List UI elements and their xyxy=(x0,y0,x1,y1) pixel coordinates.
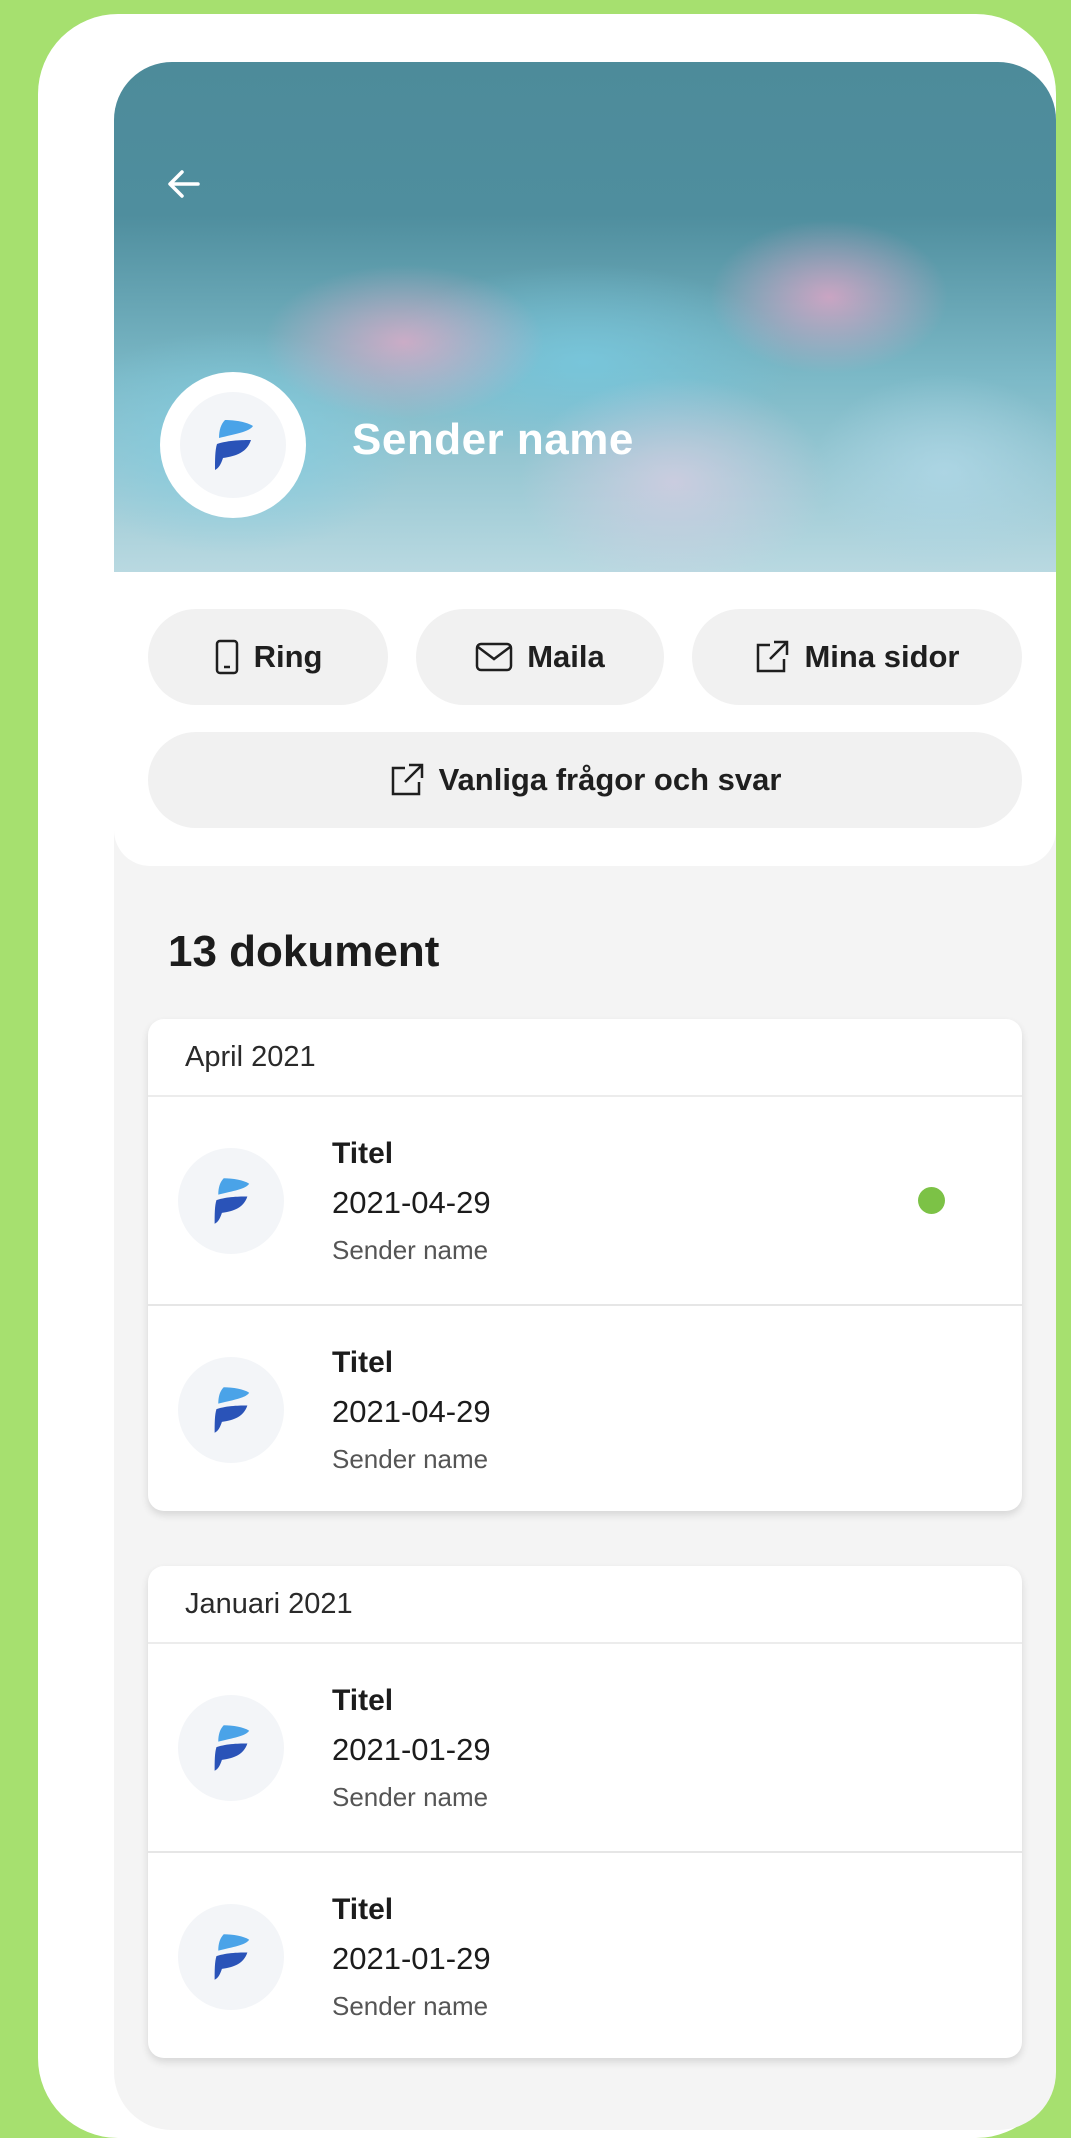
document-row[interactable]: Titel 2021-04-29 Sender name xyxy=(148,1097,1022,1304)
sender-logo-icon xyxy=(214,1725,250,1771)
document-sender: Sender name xyxy=(332,1991,489,2021)
document-date: 2021-04-29 xyxy=(332,1185,491,1220)
sender-header: Sender name xyxy=(114,62,1056,572)
group-month-label: Januari 2021 xyxy=(148,1566,1022,1644)
external-link-icon xyxy=(757,640,789,673)
faq-button-label: Vanliga frågor och svar xyxy=(438,762,782,797)
unread-indicator xyxy=(918,1187,945,1214)
document-sender-avatar xyxy=(178,1695,284,1801)
document-title: Titel xyxy=(332,1893,394,1926)
sender-logo-icon xyxy=(214,1934,250,1980)
my-pages-button[interactable]: Mina sidor xyxy=(692,609,1022,705)
document-title: Titel xyxy=(332,1684,394,1717)
sender-name: Sender name xyxy=(352,415,634,464)
document-group: April 2021 Titel 2021-04-29 Sender name xyxy=(148,1019,1022,1511)
document-count: 13 dokument xyxy=(168,927,440,976)
phone-icon xyxy=(215,639,238,675)
sender-logo-icon xyxy=(215,420,253,470)
document-date: 2021-01-29 xyxy=(332,1941,491,1976)
document-row[interactable]: Titel 2021-01-29 Sender name xyxy=(148,1851,1022,2058)
call-button-label: Ring xyxy=(253,639,323,674)
arrow-left-icon xyxy=(168,170,200,198)
document-group: Januari 2021 Titel 2021-01-29 Sender nam… xyxy=(148,1566,1022,2058)
sender-logo-icon xyxy=(214,1387,250,1433)
mail-icon xyxy=(475,642,513,672)
document-sender: Sender name xyxy=(332,1235,489,1265)
call-button[interactable]: Ring xyxy=(148,609,388,705)
document-sender: Sender name xyxy=(332,1782,489,1812)
app-screen: Sender name Ring Maila Mina sidor Vanlig… xyxy=(114,62,1056,2130)
document-row[interactable]: Titel 2021-01-29 Sender name xyxy=(148,1644,1022,1851)
faq-button[interactable]: Vanliga frågor och svar xyxy=(148,732,1022,828)
document-row[interactable]: Titel 2021-04-29 Sender name xyxy=(148,1304,1022,1511)
document-date: 2021-04-29 xyxy=(332,1394,491,1429)
document-sender-avatar xyxy=(178,1357,284,1463)
sender-avatar xyxy=(160,372,306,518)
phone-frame: Sender name Ring Maila Mina sidor Vanlig… xyxy=(38,14,1056,2138)
group-month-label: April 2021 xyxy=(148,1019,1022,1097)
document-sender: Sender name xyxy=(332,1444,489,1474)
external-link-icon xyxy=(391,763,423,796)
email-button[interactable]: Maila xyxy=(416,609,664,705)
contact-actions: Ring Maila Mina sidor Vanliga frågor och… xyxy=(114,572,1056,866)
email-button-label: Maila xyxy=(527,639,605,674)
document-sender-avatar xyxy=(178,1148,284,1254)
document-date: 2021-01-29 xyxy=(332,1732,491,1767)
document-title: Titel xyxy=(332,1346,394,1379)
my-pages-button-label: Mina sidor xyxy=(804,639,960,674)
document-title: Titel xyxy=(332,1137,394,1170)
document-sender-avatar xyxy=(178,1904,284,2010)
sender-logo-icon xyxy=(214,1178,250,1224)
back-button[interactable] xyxy=(152,152,216,216)
